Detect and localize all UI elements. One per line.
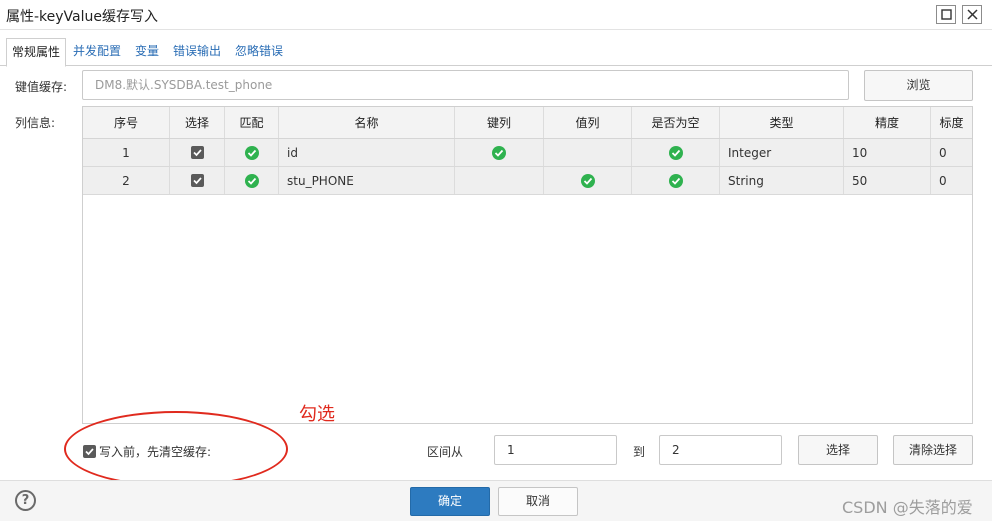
header-scale: 标度 [939, 116, 964, 130]
table-row[interactable]: 2 stu_PHONE String 50 0 [83, 167, 972, 195]
cell-key-col[interactable] [455, 167, 544, 194]
cell-type: Integer [720, 139, 844, 166]
clear-before-write-label: 写入前，先清空缓存: [99, 445, 212, 459]
columns-info-label: 列信息: [15, 116, 56, 130]
tab-concurrency[interactable]: 并发配置 [70, 38, 124, 66]
nullable-ok-icon [668, 173, 683, 188]
browse-button[interactable]: 浏览 [864, 70, 973, 101]
cell-scale: 0 [939, 145, 947, 160]
range-from-label: 区间从 [427, 445, 464, 459]
tab-general[interactable]: 常规属性 [6, 38, 66, 67]
cell-precision: 10 [844, 139, 931, 166]
header-index: 序号 [83, 107, 170, 138]
table-header: 序号 选择 匹配 名称 键列 值列 是否为空 类型 精度 标度 [83, 107, 972, 139]
columns-table: 序号 选择 匹配 名称 键列 值列 是否为空 类型 精度 标度 1 id Int… [82, 106, 973, 424]
range-to-label: 到 [633, 445, 646, 459]
cell-index: 2 [83, 167, 170, 194]
cell-precision: 50 [844, 167, 931, 194]
nullable-ok-icon [668, 145, 683, 160]
cell-index: 1 [83, 139, 170, 166]
cell-scale: 0 [939, 173, 947, 188]
header-nullable: 是否为空 [632, 107, 720, 138]
match-ok-icon [244, 173, 259, 188]
tab-bar: 常规属性 并发配置 变量 错误输出 忽略错误 [0, 38, 992, 67]
header-name: 名称 [279, 107, 455, 138]
range-from-input[interactable]: 1 [494, 435, 617, 465]
cell-key-col[interactable] [455, 139, 544, 166]
close-icon [967, 9, 978, 20]
cell-select [170, 167, 225, 194]
footer-bar: ? 确定 取消 CSDN @失落的爱 [0, 480, 992, 521]
kv-cache-input[interactable]: DM8.默认.SYSDBA.test_phone [82, 70, 849, 100]
title-bar: 属性-keyValue缓存写入 [0, 0, 992, 30]
select-checkbox[interactable] [190, 146, 204, 159]
table-row[interactable]: 1 id Integer 10 0 [83, 139, 972, 167]
maximize-button[interactable] [936, 5, 956, 24]
cell-select [170, 139, 225, 166]
window-title: 属性-keyValue缓存写入 [6, 9, 159, 25]
cell-name: stu_PHONE [279, 167, 455, 194]
tab-ignore-errors[interactable]: 忽略错误 [232, 38, 286, 66]
cancel-button[interactable]: 取消 [498, 487, 578, 516]
header-type: 类型 [720, 107, 844, 138]
header-match: 匹配 [225, 107, 279, 138]
select-button[interactable]: 选择 [798, 435, 878, 465]
range-to-input[interactable]: 2 [659, 435, 782, 465]
cell-match [225, 167, 279, 194]
tab-variables[interactable]: 变量 [131, 38, 163, 66]
header-precision: 精度 [844, 107, 931, 138]
header-value-col: 值列 [544, 107, 632, 138]
cell-match [225, 139, 279, 166]
header-key-col: 键列 [455, 107, 544, 138]
close-button[interactable] [962, 5, 982, 24]
cell-value-col[interactable] [544, 139, 632, 166]
tab-error-output[interactable]: 错误输出 [170, 38, 224, 66]
kv-cache-label: 键值缓存: [15, 80, 68, 94]
cell-nullable [632, 139, 720, 166]
cell-type: String [720, 167, 844, 194]
annotation-text: 勾选 [299, 404, 335, 425]
clear-before-write-checkbox[interactable] [83, 445, 96, 458]
watermark: CSDN @失落的爱 [842, 498, 973, 517]
cell-name: id [279, 139, 455, 166]
header-select: 选择 [170, 107, 225, 138]
cell-nullable [632, 167, 720, 194]
key-col-ok-icon [492, 145, 506, 160]
value-col-ok-icon [580, 173, 595, 188]
help-icon[interactable]: ? [15, 490, 36, 511]
cell-value-col[interactable] [544, 167, 632, 194]
ok-button[interactable]: 确定 [410, 487, 490, 516]
maximize-icon [941, 9, 952, 20]
check-icon [192, 149, 202, 157]
match-ok-icon [244, 145, 259, 160]
check-icon [192, 177, 202, 185]
clear-select-button[interactable]: 清除选择 [893, 435, 973, 465]
check-icon [85, 448, 94, 456]
select-checkbox[interactable] [190, 174, 204, 187]
